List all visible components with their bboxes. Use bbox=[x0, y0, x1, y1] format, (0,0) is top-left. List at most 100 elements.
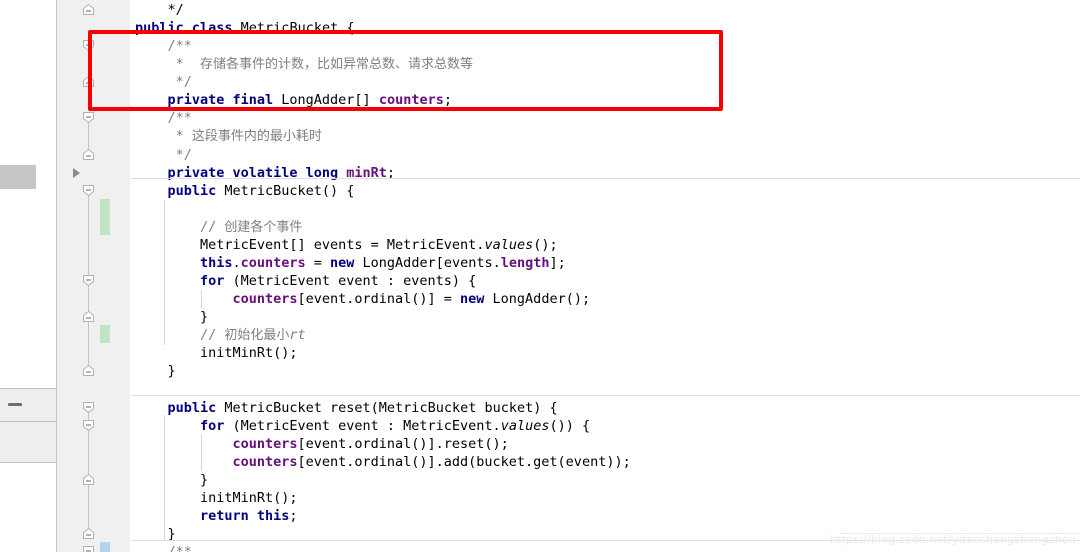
code-token: LongAdder(); bbox=[492, 291, 591, 308]
fold-expanded-icon[interactable] bbox=[83, 40, 94, 52]
code-line[interactable]: /** bbox=[131, 543, 191, 552]
code-line[interactable]: // 初始化最小rt bbox=[131, 326, 306, 345]
code-token: (); bbox=[533, 236, 558, 253]
vcs-change-bar[interactable] bbox=[100, 542, 110, 552]
code-line[interactable]: */ bbox=[131, 1, 184, 19]
code-line[interactable]: counters[event.ordinal()].reset(); bbox=[131, 435, 508, 453]
code-token: // bbox=[199, 327, 225, 344]
code-line[interactable]: public MetricBucket() { bbox=[131, 182, 354, 200]
tool-window-divider-3 bbox=[0, 462, 56, 463]
code-token: MetricEvent[] events = MetricEvent. bbox=[199, 236, 485, 253]
code-token: * bbox=[167, 128, 192, 145]
code-line[interactable]: private final LongAdder[] counters; bbox=[131, 91, 452, 109]
code-token: [event.ordinal()].add(bucket.get(event))… bbox=[297, 453, 631, 470]
fold-expanded-icon[interactable] bbox=[83, 112, 94, 124]
code-token: MetricBucket reset(MetricBucket bucket) … bbox=[224, 399, 558, 416]
fold-region-end-icon[interactable] bbox=[83, 4, 94, 15]
code-line[interactable]: * 存储各事件的计数，比如异常总数、请求总数等 bbox=[131, 55, 473, 74]
code-token: counters bbox=[378, 92, 444, 109]
code-line[interactable]: // 创建各个事件 bbox=[131, 218, 302, 237]
code-token: LongAdder[events. bbox=[362, 254, 501, 271]
code-token: for bbox=[199, 417, 233, 434]
tool-window-tab[interactable] bbox=[0, 165, 36, 189]
code-token: this bbox=[199, 254, 233, 271]
code-line[interactable]: /** bbox=[131, 109, 192, 127]
watermark-text: https://blog.csdn.net/ydanshangshengzhou bbox=[829, 533, 1076, 546]
code-line[interactable]: public class MetricBucket { bbox=[131, 19, 354, 37]
code-line[interactable]: this.counters = new LongAdder[events.len… bbox=[131, 254, 566, 272]
method-separator bbox=[131, 395, 1080, 396]
code-line[interactable]: MetricEvent[] events = MetricEvent.value… bbox=[131, 236, 558, 254]
fold-expanded-icon[interactable] bbox=[83, 184, 94, 196]
code-token: public bbox=[167, 182, 225, 199]
code-token: (MetricEvent event : events) { bbox=[232, 273, 477, 290]
code-token: public class bbox=[135, 20, 241, 37]
vcs-change-bar[interactable] bbox=[100, 325, 110, 344]
code-line[interactable]: for (MetricEvent event : MetricEvent.val… bbox=[131, 417, 590, 435]
code-line[interactable]: } bbox=[131, 362, 176, 380]
fold-region-end-icon[interactable] bbox=[83, 365, 94, 377]
code-token: MetricBucket { bbox=[240, 20, 355, 37]
code-token: /** bbox=[167, 38, 192, 55]
code-token: rt bbox=[289, 327, 306, 344]
code-token: /** bbox=[167, 544, 191, 552]
fold-region-end-icon[interactable] bbox=[83, 311, 94, 323]
code-token: } bbox=[199, 309, 209, 326]
code-token: (MetricEvent event : MetricEvent. bbox=[232, 417, 501, 434]
indent-guide bbox=[164, 415, 165, 540]
code-token: . bbox=[232, 254, 241, 271]
fold-region-end-icon[interactable] bbox=[83, 148, 94, 160]
code-line[interactable]: counters[event.ordinal()] = new LongAdde… bbox=[131, 290, 590, 308]
fold-region-line bbox=[88, 121, 89, 152]
code-token: ; bbox=[443, 92, 452, 109]
code-line[interactable]: public MetricBucket reset(MetricBucket b… bbox=[131, 399, 558, 417]
code-token: /** bbox=[167, 110, 192, 127]
fold-expanded-icon[interactable] bbox=[83, 401, 94, 413]
code-token: [event.ordinal()] = bbox=[297, 291, 461, 308]
code-token: */ bbox=[167, 2, 184, 18]
fold-expanded-icon[interactable] bbox=[83, 419, 94, 431]
code-token: // bbox=[199, 218, 225, 235]
code-token: initMinRt(); bbox=[199, 345, 298, 362]
fold-expanded-icon[interactable] bbox=[83, 275, 94, 287]
code-token: } bbox=[199, 471, 209, 488]
tool-window-row-2[interactable] bbox=[0, 422, 56, 462]
fold-region-line bbox=[88, 49, 89, 80]
fold-region-end-icon[interactable] bbox=[83, 473, 94, 485]
code-token: 初始化最小 bbox=[224, 328, 290, 344]
code-line[interactable]: * 这段事件内的最小耗时 bbox=[131, 127, 322, 146]
code-token: ]; bbox=[549, 254, 566, 271]
code-token: public bbox=[167, 399, 225, 416]
code-token: values bbox=[484, 236, 534, 253]
code-token: initMinRt(); bbox=[199, 489, 298, 506]
code-token: ()) { bbox=[549, 417, 591, 434]
vcs-change-bar[interactable] bbox=[100, 198, 110, 235]
code-line[interactable]: /** bbox=[131, 37, 192, 55]
fold-region-end-icon[interactable] bbox=[83, 528, 94, 540]
indent-guide bbox=[201, 435, 202, 471]
code-token: ; bbox=[289, 507, 298, 524]
code-line[interactable]: initMinRt(); bbox=[131, 344, 298, 362]
run-gutter-icon[interactable] bbox=[73, 167, 80, 178]
tool-window-row-1[interactable] bbox=[0, 389, 56, 421]
code-token: } bbox=[167, 363, 176, 380]
code-line[interactable]: return this; bbox=[131, 507, 298, 525]
code-line[interactable]: */ bbox=[131, 73, 192, 91]
code-line[interactable]: initMinRt(); bbox=[131, 489, 298, 507]
code-line[interactable]: } bbox=[131, 308, 208, 326]
code-token: = bbox=[305, 254, 331, 271]
fold-expanded-icon[interactable] bbox=[83, 546, 94, 552]
code-token: return this bbox=[199, 507, 290, 524]
editor-gutter[interactable] bbox=[57, 0, 131, 552]
code-editor-area[interactable]: */public class MetricBucket {/** * 存储各事件… bbox=[131, 0, 1080, 552]
minus-icon[interactable] bbox=[8, 403, 22, 406]
fold-region-line bbox=[88, 284, 89, 315]
code-token: counters bbox=[240, 254, 306, 271]
code-line[interactable]: counters[event.ordinal()].add(bucket.get… bbox=[131, 453, 631, 471]
code-line[interactable]: } bbox=[131, 471, 208, 489]
indent-guide bbox=[201, 290, 202, 308]
code-line[interactable]: */ bbox=[131, 146, 192, 164]
fold-region-end-icon[interactable] bbox=[83, 76, 94, 88]
left-tool-window[interactable] bbox=[0, 0, 57, 552]
code-line[interactable]: for (MetricEvent event : events) { bbox=[131, 272, 476, 290]
